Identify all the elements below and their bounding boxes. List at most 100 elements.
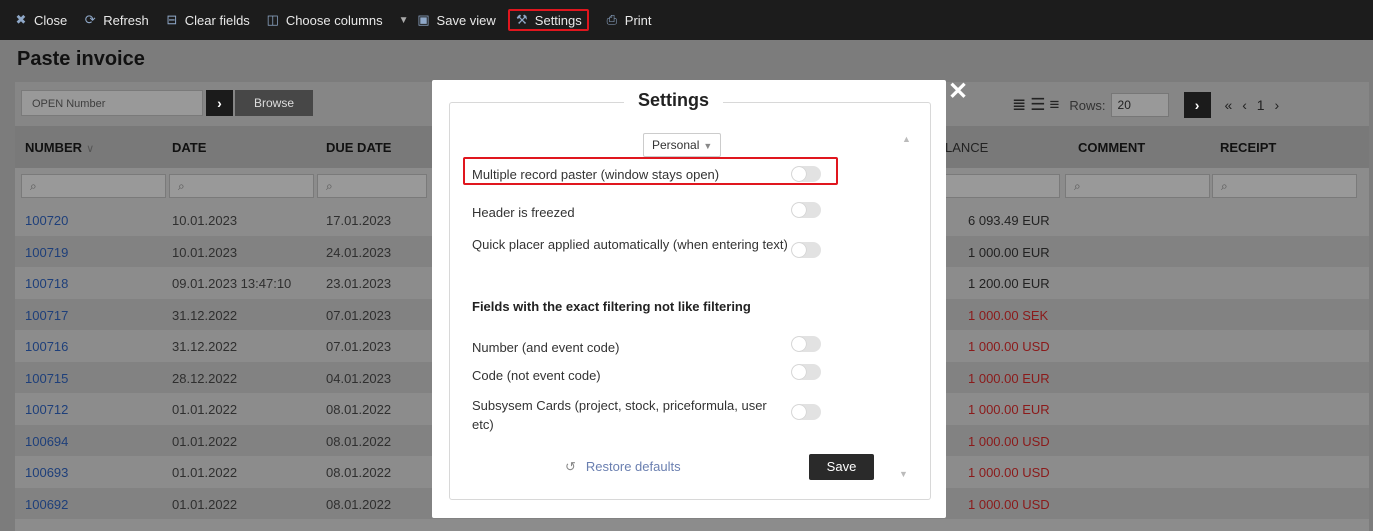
receipt-filter-input[interactable]: ⌕ [1212, 174, 1357, 198]
chevron-down-icon: ▼ [703, 141, 713, 151]
settings-modal: Settings ▲ Personal ▼ Multiple record pas… [432, 80, 946, 518]
cell-due-date: 08.01.2022 [326, 433, 392, 449]
cell-number[interactable]: 100692 [25, 497, 68, 512]
cell-number[interactable]: 100719 [25, 245, 68, 260]
pagination[interactable]: « ‹ 1 › [1225, 97, 1283, 113]
toggle-header-freezed[interactable] [791, 202, 821, 218]
rows-label: Rows: [1069, 97, 1106, 113]
option-number-event-code: Number (and event code) [472, 340, 620, 355]
cell-number[interactable]: 100712 [25, 402, 68, 417]
cell-date: 01.01.2022 [172, 496, 238, 512]
toggle-quick-placer[interactable] [791, 242, 821, 258]
refresh-button[interactable]: ⟳ Refresh [83, 9, 149, 31]
cell-balance: 1 000.00 USD [968, 465, 1050, 480]
section-exact-filtering: Fields with the exact filtering not like… [472, 299, 751, 314]
cell-number[interactable]: 100718 [25, 276, 68, 291]
cell-due-date: 07.01.2023 [326, 339, 392, 354]
page-title: Paste invoice [17, 48, 145, 70]
cell-date: 01.01.2022 [172, 465, 238, 480]
clear-fields-label: Clear fields [184, 12, 250, 28]
settings-label: Settings [534, 12, 582, 28]
cell-balance: 6 093.49 EUR [968, 213, 1050, 228]
undo-icon: ↺ [565, 459, 576, 474]
cell-due-date: 08.01.2022 [326, 465, 392, 480]
comment-filter-input[interactable]: ⌕ [1065, 174, 1210, 198]
cell-number[interactable]: 100720 [25, 213, 68, 228]
caret-down-icon: ▼ [398, 14, 409, 26]
restore-defaults-link[interactable]: ↺ Restore defaults [565, 459, 681, 475]
floppy-icon: ▣ [417, 12, 430, 27]
browse-button[interactable]: Browse [235, 90, 313, 116]
due-date-filter-input[interactable]: ⌕ [317, 174, 427, 198]
normal-view-icon[interactable]: ☰ [1030, 95, 1045, 115]
cell-balance: 1 000.00 USD [968, 433, 1050, 449]
cell-balance: 1 000.00 USD [968, 496, 1050, 512]
toggle-number-event-code[interactable] [791, 336, 821, 352]
save-view-button[interactable]: ▼ ▣ Save view [399, 9, 496, 31]
cell-due-date: 23.01.2023 [326, 276, 392, 291]
settings-button[interactable]: ⚒ Settings [507, 9, 589, 31]
chevron-down-icon: ∨ [86, 143, 95, 155]
rows-go-button[interactable]: › [1183, 92, 1211, 118]
scroll-up-icon[interactable]: ▲ [902, 134, 911, 144]
toggle-code-not-event[interactable] [791, 364, 821, 380]
cell-due-date: 17.01.2023 [326, 213, 392, 228]
refresh-icon: ⟳ [84, 12, 96, 27]
refresh-label: Refresh [103, 12, 149, 28]
number-filter-input[interactable]: ⌕ [21, 174, 166, 198]
cell-due-date: 08.01.2022 [326, 496, 392, 512]
choose-columns-label: Choose columns [285, 12, 383, 28]
cell-number[interactable]: 100717 [25, 308, 68, 323]
col-due-date-header[interactable]: DUE DATE [326, 140, 391, 155]
cell-number[interactable]: 100715 [25, 371, 68, 386]
columns-icon: ◫ [266, 12, 279, 27]
cell-number[interactable]: 100693 [25, 465, 68, 480]
col-date-header[interactable]: DATE [172, 140, 206, 155]
close-icon[interactable]: ✕ [948, 80, 968, 104]
print-button[interactable]: ⎙ Print [605, 9, 652, 31]
wide-view-icon[interactable]: ≡ [1050, 95, 1060, 115]
col-number-header[interactable]: NUMBER ∨ [25, 140, 94, 155]
highlight-box [463, 157, 838, 185]
save-view-label: Save view [436, 12, 496, 28]
cell-balance: 1 000.00 SEK [968, 307, 1049, 323]
cell-due-date: 07.01.2023 [326, 307, 392, 323]
print-label: Print [624, 12, 652, 28]
open-number-input[interactable]: OPEN Number [21, 90, 203, 116]
cell-date: 31.12.2022 [172, 339, 238, 354]
wrench-icon: ⚒ [515, 12, 528, 27]
clear-fields-button[interactable]: ⊟ Clear fields [165, 9, 250, 31]
col-balance-header[interactable]: LANCE [945, 140, 988, 155]
toolbar: ✖ Close ⟳ Refresh ⊟ Clear fields ◫ Choose co… [0, 0, 1373, 40]
cell-balance: 1 200.00 EUR [968, 276, 1050, 291]
cell-date: 09.01.2023 13:47:10 [172, 276, 292, 291]
balance-filter-input[interactable] [945, 174, 1060, 198]
cell-date: 01.01.2022 [172, 433, 238, 449]
col-receipt-header[interactable]: RECEIPT [1220, 140, 1276, 155]
cell-date: 01.01.2022 [172, 402, 238, 417]
toggle-subsystem-cards[interactable] [791, 404, 821, 420]
scroll-down-icon[interactable]: ▼ [899, 469, 908, 479]
open-go-button[interactable]: › [206, 90, 233, 116]
cell-balance: 1 000.00 EUR [968, 402, 1050, 417]
cell-balance: 1 000.00 EUR [968, 370, 1050, 386]
close-button[interactable]: ✖ Close [14, 9, 68, 31]
settings-scope-select[interactable]: Personal ▼ [643, 133, 721, 157]
cell-date: 31.12.2022 [172, 307, 238, 323]
date-filter-input[interactable]: ⌕ [169, 174, 314, 198]
modal-title-wrap: Settings [624, 90, 724, 111]
cell-due-date: 04.01.2023 [326, 370, 392, 386]
col-comment-header[interactable]: COMMENT [1078, 140, 1145, 155]
cell-date: 10.01.2023 [172, 244, 238, 260]
rows-input[interactable]: 20 [1110, 93, 1169, 117]
option-code-not-event: Code (not event code) [472, 368, 601, 383]
compact-view-icon[interactable]: ≣ [1012, 95, 1026, 115]
option-quick-placer: Quick placer applied automatically (when… [472, 237, 788, 252]
close-label: Close [34, 12, 68, 28]
cell-date: 10.01.2023 [172, 213, 238, 228]
cell-number[interactable]: 100694 [25, 434, 68, 449]
cell-number[interactable]: 100716 [25, 339, 68, 354]
choose-columns-button[interactable]: ◫ Choose columns [266, 9, 383, 31]
save-button[interactable]: Save [809, 454, 874, 480]
cell-date: 28.12.2022 [172, 370, 238, 386]
